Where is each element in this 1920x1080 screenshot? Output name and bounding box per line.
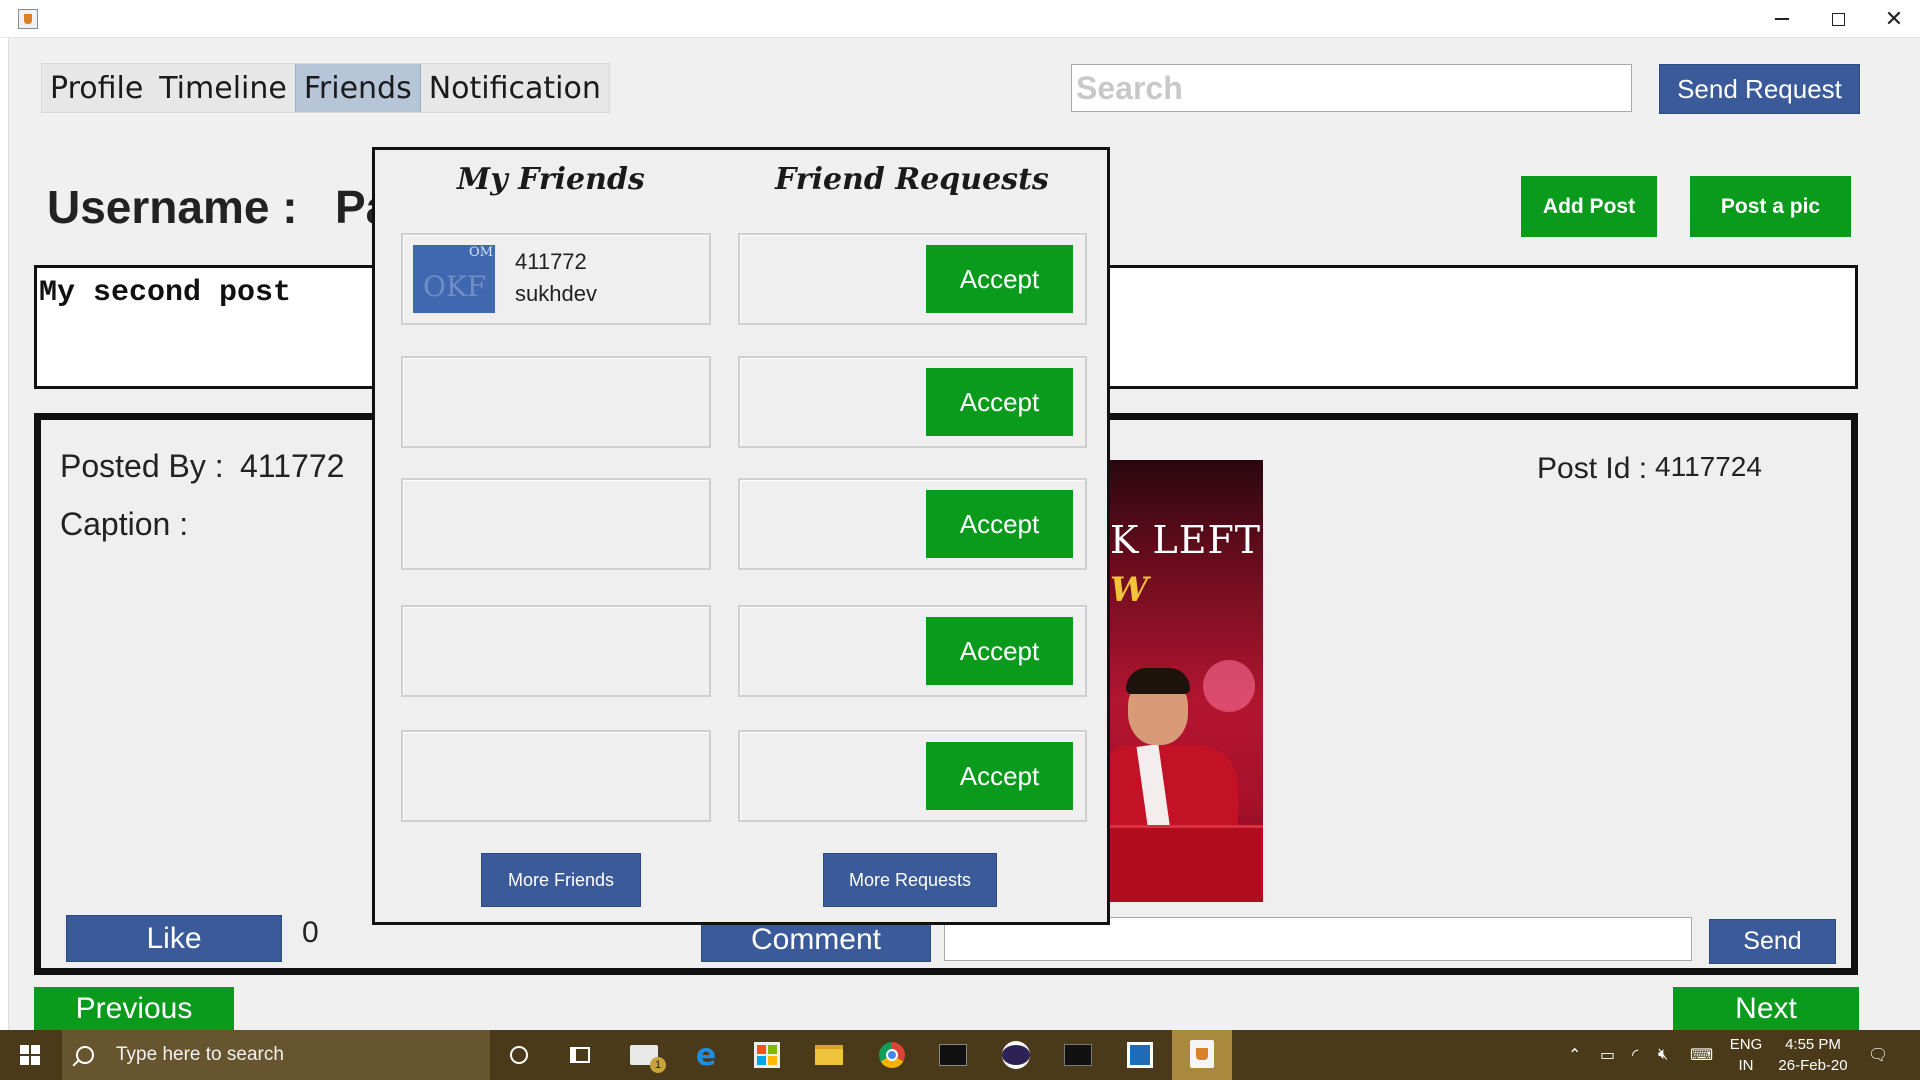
language-code: ENG [1729,1036,1763,1053]
clock-time: 4:55 PM [1785,1036,1841,1053]
file-explorer-icon[interactable] [812,1038,846,1072]
add-post-button[interactable]: Add Post [1521,176,1657,237]
friend-request-item: Accept [738,233,1087,325]
language-indicator[interactable]: ENG IN [1728,1034,1764,1076]
app-window: ✕ Profile Timeline Friends Notification … [0,0,1920,1080]
friend-item[interactable]: OM OKF 411772 sukhdev [401,233,711,325]
windows-logo-icon [20,1045,40,1065]
mail-badge: 1 [650,1057,666,1073]
friend-request-item: Accept [738,730,1087,822]
store-icon[interactable] [750,1038,784,1072]
post-id-value: 4117724 [1655,451,1762,482]
task-view-icon[interactable] [563,1038,597,1072]
eclipse-icon[interactable] [999,1038,1033,1072]
post-a-pic-button[interactable]: Post a pic [1690,176,1851,237]
maximize-button[interactable] [1810,0,1866,38]
next-button[interactable]: Next [1673,987,1859,1030]
friend-request-item: Accept [738,478,1087,570]
mysql-workbench-icon[interactable] [1061,1038,1095,1072]
search-icon [76,1046,94,1064]
post-image-glow [1203,660,1255,712]
close-icon: ✕ [1884,6,1904,31]
like-button[interactable]: Like [66,915,282,962]
wifi-icon[interactable]: ◜ [1632,1030,1638,1080]
minimize-icon [1775,18,1789,20]
accept-button[interactable]: Accept [926,742,1073,810]
more-friends-button[interactable]: More Friends [481,853,641,907]
accept-button[interactable]: Accept [926,245,1073,313]
friend-name: sukhdev [515,281,597,306]
previous-button[interactable]: Previous [34,987,234,1030]
post-id-label: Post Id : [1537,452,1648,485]
like-count: 0 [302,916,319,949]
friend-item[interactable] [401,478,711,570]
my-friends-title: My Friends [457,162,645,197]
post-image-person-hair [1126,668,1190,694]
accept-button[interactable]: Accept [926,490,1073,558]
start-button[interactable] [0,1030,60,1080]
cortana-icon[interactable] [502,1038,536,1072]
accept-button[interactable]: Accept [926,368,1073,436]
chrome-icon[interactable] [875,1038,909,1072]
java-app-icon [18,9,38,29]
search-input[interactable] [1071,64,1632,112]
tab-bar: Profile Timeline Friends Notification [41,63,610,113]
posted-by-value: 411772 [240,448,345,484]
username-label: Username : [47,181,298,233]
title-bar: ✕ [0,0,1920,38]
friend-item[interactable] [401,356,711,448]
minimize-button[interactable] [1754,0,1810,38]
post-text-content: My second post [39,276,292,310]
post-image-table [1108,825,1263,902]
language-region: IN [1738,1057,1754,1074]
accept-button[interactable]: Accept [926,617,1073,685]
taskbar-search-placeholder: Type here to search [116,1044,284,1065]
keyboard-icon[interactable]: ⌨ [1690,1030,1713,1080]
battery-icon[interactable]: ▭ [1600,1030,1615,1080]
terminal-icon[interactable] [936,1038,970,1072]
posted-by-label: Posted By : [60,448,224,484]
clock-date: 26-Feb-20 [1778,1057,1848,1074]
friend-id: 411772 [515,249,587,274]
post-image-text: K LEFT [1110,518,1262,562]
tab-profile[interactable]: Profile [42,64,151,112]
post-image-subtext: W [1110,570,1149,610]
friend-requests-title: Friend Requests [775,162,1049,197]
avatar-text: OM [469,245,493,260]
friends-popup: My Friends Friend Requests OM OKF 411772… [372,147,1110,925]
notifications-icon[interactable]: 🗨︎ [1868,1030,1888,1080]
maximize-icon [1831,12,1845,26]
more-requests-button[interactable]: More Requests [823,853,997,907]
taskbar: Type here to search 1 e ⌃ ▭ ◜ 🔇︎ ⌨ ENG I… [0,1030,1920,1080]
java-taskbar-item[interactable] [1172,1030,1232,1080]
clock[interactable]: 4:55 PM 26-Feb-20 [1765,1034,1861,1076]
friend-request-item: Accept [738,356,1087,448]
send-request-button[interactable]: Send Request [1659,64,1860,114]
app-icon[interactable] [1123,1038,1157,1072]
tab-friends[interactable]: Friends [294,64,421,112]
post-image: K LEFT W [1108,460,1263,902]
tab-timeline[interactable]: Timeline [151,64,295,112]
tray-chevron-icon[interactable]: ⌃ [1568,1030,1581,1080]
volume-muted-icon[interactable]: 🔇︎ [1658,1030,1668,1080]
friend-item[interactable] [401,605,711,697]
friend-item[interactable] [401,730,711,822]
tab-notification[interactable]: Notification [421,64,609,112]
caption-label: Caption : [60,506,189,542]
window-left-edge [0,38,9,1030]
avatar-overlay-text: OKF [423,270,487,303]
taskbar-search[interactable]: Type here to search [62,1030,490,1080]
close-button[interactable]: ✕ [1866,0,1920,38]
mail-icon[interactable]: 1 [627,1038,666,1073]
send-comment-button[interactable]: Send [1709,919,1836,964]
friend-avatar: OM OKF [413,245,495,313]
friend-request-item: Accept [738,605,1087,697]
edge-icon[interactable]: e [689,1038,723,1073]
